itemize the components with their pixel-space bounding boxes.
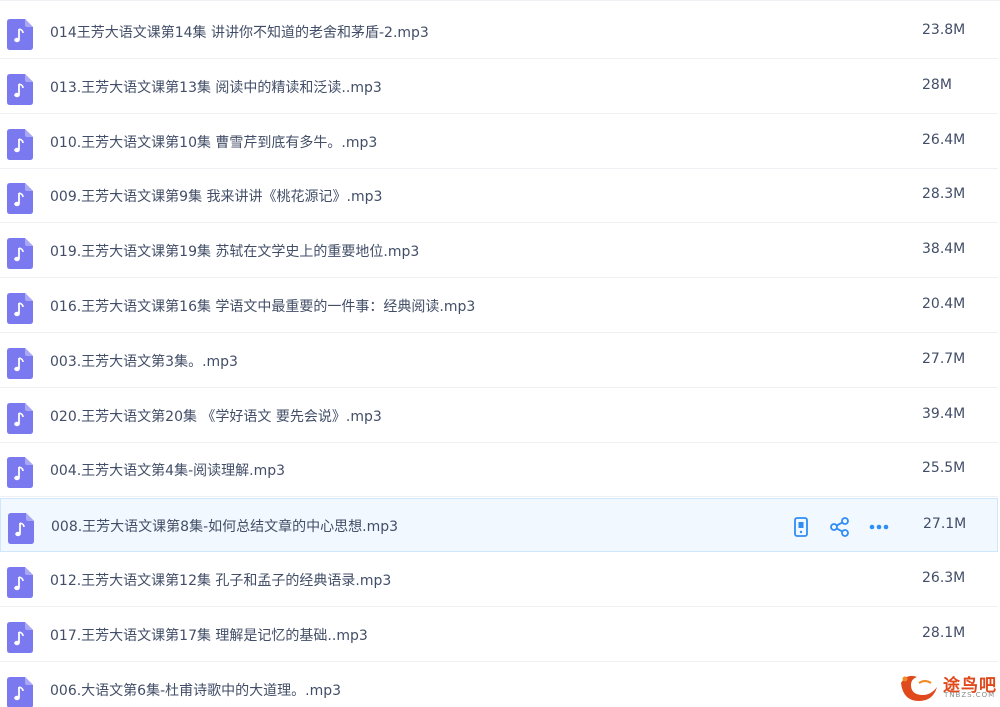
music-file-icon bbox=[7, 293, 33, 324]
file-row[interactable]: 020.王芳大语文第20集 《学好语文 要先会说》.mp3 39.4M bbox=[0, 389, 998, 443]
music-file-icon bbox=[7, 347, 33, 379]
file-row[interactable]: 009.王芳大语文课第9集 我来讲讲《桃花源记》.mp3 28.3M bbox=[0, 169, 998, 224]
file-size: 27.1M bbox=[923, 516, 967, 533]
file-row[interactable]: 003.王芳大语文第3集。.mp3 27.7M bbox=[0, 334, 998, 388]
music-file-icon bbox=[8, 513, 34, 545]
music-file-icon bbox=[7, 128, 33, 160]
music-file-icon bbox=[7, 402, 33, 434]
music-file-icon bbox=[7, 567, 33, 598]
file-name[interactable]: 016.王芳大语文课第16集 学语文中最重要的一件事：经典阅读.mp3 bbox=[50, 296, 475, 316]
file-name[interactable]: 004.王芳大语文第4集-阅读理解.mp3 bbox=[50, 460, 285, 480]
file-size: 23.8M bbox=[922, 22, 966, 38]
more-icon[interactable] bbox=[868, 516, 890, 538]
file-size: 28.1M bbox=[922, 624, 966, 641]
file-name[interactable]: 019.王芳大语文课第19集 苏轼在文学史上的重要地位.mp3 bbox=[50, 241, 419, 261]
file-row[interactable]: 004.王芳大语文第4集-阅读理解.mp3 25.5M bbox=[0, 443, 998, 498]
music-file-icon bbox=[7, 238, 33, 270]
file-row[interactable]: 012.王芳大语文课第12集 孔子和孟子的经典语录.mp3 26.3M bbox=[0, 553, 998, 607]
file-size: 25.5M bbox=[922, 460, 966, 477]
file-size: 28M bbox=[922, 76, 952, 93]
file-name[interactable]: 006.大语文第6集-杜甫诗歌中的大道理。.mp3 bbox=[50, 680, 341, 700]
file-row[interactable]: 010.王芳大语文课第10集 曹雪芹到底有多牛。.mp3 26.4M bbox=[0, 115, 998, 169]
file-list: 014王芳大语文课第14集 讲讲你不知道的老舍和茅盾-2.mp3 23.8M 0… bbox=[0, 0, 1000, 707]
music-file-icon bbox=[7, 676, 33, 707]
music-file-icon bbox=[7, 73, 33, 105]
file-name[interactable]: 013.王芳大语文课第13集 阅读中的精读和泛读..mp3 bbox=[50, 77, 382, 97]
music-file-icon bbox=[7, 19, 33, 50]
file-name[interactable]: 008.王芳大语文课第8集-如何总结文章的中心思想.mp3 bbox=[51, 516, 398, 536]
share-icon[interactable] bbox=[829, 516, 851, 538]
file-size: 38.4M bbox=[922, 241, 966, 258]
file-row[interactable]: 017.王芳大语文课第17集 理解是记忆的基础..mp3 28.1M bbox=[0, 608, 998, 662]
file-row[interactable]: 008.王芳大语文课第8集-如何总结文章的中心思想.mp3 27.1M bbox=[0, 498, 998, 553]
bird-logo-icon bbox=[901, 675, 937, 701]
phone-icon[interactable] bbox=[790, 516, 812, 538]
watermark-subtext: TNBZS.COM bbox=[944, 691, 996, 699]
music-file-icon bbox=[7, 183, 33, 215]
file-name[interactable]: 003.王芳大语文第3集。.mp3 bbox=[50, 351, 238, 371]
file-name[interactable]: 017.王芳大语文课第17集 理解是记忆的基础..mp3 bbox=[50, 625, 368, 645]
file-name[interactable]: 014王芳大语文课第14集 讲讲你不知道的老舍和茅盾-2.mp3 bbox=[50, 22, 429, 42]
file-row[interactable]: 006.大语文第6集-杜甫诗歌中的大道理。.mp3 bbox=[0, 663, 998, 707]
file-size: 27.7M bbox=[922, 350, 966, 367]
file-row[interactable]: 016.王芳大语文课第16集 学语文中最重要的一件事：经典阅读.mp3 20.4… bbox=[0, 279, 998, 333]
file-size: 26.4M bbox=[922, 131, 966, 148]
file-row[interactable]: 013.王芳大语文课第13集 阅读中的精读和泛读..mp3 28M bbox=[0, 60, 998, 114]
file-size: 28.3M bbox=[922, 186, 966, 203]
watermark-logo: 途鸟吧 TNBZS.COM bbox=[897, 667, 997, 705]
file-name[interactable]: 010.王芳大语文课第10集 曹雪芹到底有多牛。.mp3 bbox=[50, 132, 377, 152]
music-file-icon bbox=[7, 621, 33, 653]
file-name[interactable]: 009.王芳大语文课第9集 我来讲讲《桃花源记》.mp3 bbox=[50, 186, 382, 206]
file-name[interactable]: 020.王芳大语文第20集 《学好语文 要先会说》.mp3 bbox=[50, 406, 382, 426]
file-row[interactable]: 019.王芳大语文课第19集 苏轼在文学史上的重要地位.mp3 38.4M bbox=[0, 224, 998, 279]
file-size: 20.4M bbox=[922, 296, 966, 312]
file-size: 39.4M bbox=[922, 405, 966, 422]
file-name[interactable]: 012.王芳大语文课第12集 孔子和孟子的经典语录.mp3 bbox=[50, 570, 391, 590]
file-row[interactable]: 014王芳大语文课第14集 讲讲你不知道的老舍和茅盾-2.mp3 23.8M bbox=[0, 5, 998, 59]
file-size: 26.3M bbox=[922, 570, 966, 586]
music-file-icon bbox=[7, 457, 33, 489]
